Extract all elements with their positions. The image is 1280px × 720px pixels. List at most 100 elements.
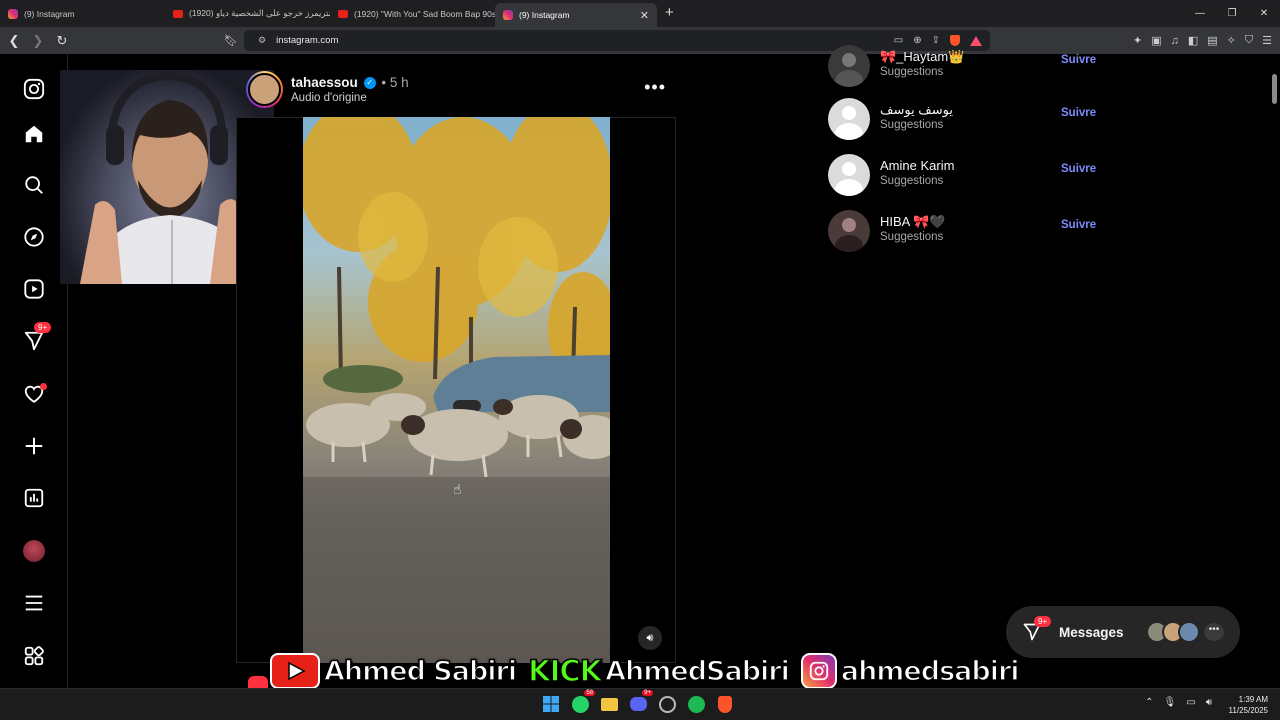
close-window-icon[interactable]: ✕ xyxy=(1248,0,1280,27)
sidebar-toggle-icon[interactable]: ◧ xyxy=(1188,34,1198,47)
profile-avatar[interactable] xyxy=(21,538,47,564)
page-scrollbar[interactable] xyxy=(1270,54,1278,688)
browser-tab-4[interactable]: (9) Instagram ✕ xyxy=(495,3,657,27)
hand-cursor-icon: ☝ xyxy=(453,481,462,497)
suggestion-subtitle: Suggestions xyxy=(880,119,944,131)
reload-icon[interactable]: ↻ xyxy=(52,33,72,49)
browser-tab-2[interactable]: (1920) ستريمرز خرجو على الشخصية دياو xyxy=(165,0,330,27)
suggestion-avatar[interactable] xyxy=(828,45,870,87)
tab-title: (1920) ستريمرز خرجو على الشخصية دياو xyxy=(189,8,330,18)
explore-icon[interactable] xyxy=(21,224,47,250)
notifications-icon[interactable] xyxy=(21,381,47,407)
default-avatar-icon[interactable] xyxy=(828,98,870,140)
tray-overflow-icon[interactable]: ⌃ xyxy=(1145,697,1153,708)
leo-ai-icon[interactable]: ✧ xyxy=(1227,34,1236,47)
suggestion-name[interactable]: 🎀_Haytam👑 xyxy=(880,49,964,65)
audio-toggle-icon[interactable]: 🔊︎ xyxy=(638,626,662,650)
home-icon[interactable] xyxy=(21,121,47,147)
close-tab-icon[interactable]: ✕ xyxy=(640,9,649,22)
default-avatar-icon[interactable] xyxy=(828,154,870,196)
file-explorer-icon[interactable] xyxy=(598,693,620,715)
kick-channel-name: AhmedSabiri xyxy=(604,655,790,688)
post-username[interactable]: tahaessou xyxy=(291,75,358,90)
streamer-banner: Ahmed Sabiri KICK AhmedSabiri ahmedsabir… xyxy=(270,652,1031,690)
reels-icon[interactable] xyxy=(21,276,47,302)
follow-button[interactable]: Suivre xyxy=(1061,163,1096,175)
chat-avatar xyxy=(1178,621,1200,643)
create-icon[interactable] xyxy=(21,433,47,459)
back-icon[interactable]: ❮ xyxy=(4,33,24,49)
tab-title: (1920) "With You" Sad Boom Bap 90s xyxy=(354,8,495,19)
windows-taskbar: 58 9+ ⌃ 🎙︎ ▭ 🔊︎ 1:39 AM 11/25/2025 xyxy=(0,688,1280,720)
kick-logo-icon: KICK xyxy=(527,653,603,689)
new-tab-button[interactable]: + xyxy=(657,0,682,27)
suggestion-subtitle: Suggestions xyxy=(880,66,944,78)
whatsapp-icon[interactable]: 58 xyxy=(569,690,595,715)
notification-dot xyxy=(40,383,47,390)
post-time[interactable]: 5 h xyxy=(390,75,409,90)
browser-tab-1[interactable]: (9) Instagram xyxy=(0,0,165,27)
messages-icon[interactable]: 9+ xyxy=(21,322,52,354)
extensions-icon[interactable]: ✦ xyxy=(1133,34,1142,47)
more-options-icon[interactable]: ••• xyxy=(644,77,666,98)
verified-badge-icon: ✓ xyxy=(363,77,376,90)
menu-icon[interactable]: ☰ xyxy=(1262,34,1272,47)
spotify-icon[interactable] xyxy=(685,693,707,715)
instagram-channel-name: ahmedsabiri xyxy=(840,655,1020,688)
post-audio[interactable]: Audio d'origine xyxy=(291,92,367,104)
tab-title: (9) Instagram xyxy=(519,10,570,20)
suggestion-name[interactable]: HIBA 🎀🖤 xyxy=(880,214,946,230)
media-icon[interactable]: ♫ xyxy=(1171,35,1179,47)
follow-button[interactable]: Suivre xyxy=(1061,219,1096,231)
suggestion-avatar[interactable] xyxy=(828,210,870,252)
suggestion-item: يوسف يوسف Suggestions Suivre xyxy=(828,98,1098,142)
post-header: tahaessou ✓ • 5 h Audio d'origine ••• xyxy=(246,71,676,109)
discord-icon[interactable]: 9+ xyxy=(627,690,653,715)
wallet2-icon[interactable]: ▤ xyxy=(1207,34,1217,47)
post-video[interactable] xyxy=(303,117,610,663)
messages-badge: 9+ xyxy=(34,322,52,333)
suggestion-item: Amine Karim Suggestions Suivre xyxy=(828,154,1098,198)
microphone-icon[interactable]: 🎙︎ xyxy=(1164,697,1177,708)
search-icon[interactable] xyxy=(21,172,47,198)
messages-drawer-button[interactable]: 9+ Messages ••• xyxy=(1006,606,1240,658)
suggestion-subtitle: Suggestions xyxy=(880,175,944,187)
restore-icon[interactable]: ❐ xyxy=(1216,0,1248,27)
menu-icon[interactable] xyxy=(21,590,47,616)
suggestion-name[interactable]: يوسف يوسف xyxy=(880,102,953,118)
wallet-icon[interactable]: ▣ xyxy=(1151,34,1161,47)
instagram-icon xyxy=(503,10,513,20)
youtube-channel-name: Ahmed Sabiri xyxy=(323,655,518,688)
suggestion-subtitle: Suggestions xyxy=(880,231,944,243)
brave-rewards-icon[interactable] xyxy=(970,35,982,46)
system-clock[interactable]: 1:39 AM 11/25/2025 xyxy=(1229,694,1268,716)
network-icon[interactable]: ▭ xyxy=(1186,697,1195,708)
system-tray: ⌃ 🎙︎ ▭ 🔊︎ xyxy=(1145,697,1212,708)
vpn-icon[interactable]: ⛉ xyxy=(1245,34,1253,47)
instagram-logo-icon xyxy=(800,653,837,689)
clock-date: 11/25/2025 xyxy=(1228,706,1268,715)
brave-browser-icon[interactable] xyxy=(714,693,736,715)
minimize-icon[interactable]: — xyxy=(1184,0,1216,27)
browser-tab-3[interactable]: (1920) "With You" Sad Boom Bap 90s xyxy=(330,0,495,27)
follow-button[interactable]: Suivre xyxy=(1061,107,1096,119)
dashboard-icon[interactable] xyxy=(21,485,47,511)
site-settings-icon[interactable]: ⚙ xyxy=(258,35,266,46)
window-controls: — ❐ ✕ xyxy=(1184,0,1280,27)
like-heart-icon[interactable] xyxy=(248,676,268,688)
tab-title: (9) Instagram xyxy=(24,8,75,19)
windows-start-icon[interactable] xyxy=(540,693,562,715)
follow-button[interactable]: Suivre xyxy=(1061,54,1096,66)
post-author-avatar[interactable] xyxy=(246,71,283,108)
volume-icon[interactable]: 🔊︎ xyxy=(1206,697,1212,708)
url-text: instagram.com xyxy=(276,35,339,46)
forward-icon[interactable]: ❯ xyxy=(28,33,48,49)
obs-icon[interactable] xyxy=(656,693,678,715)
instagram-logo-icon[interactable] xyxy=(21,76,47,102)
suggestion-item: 🎀_Haytam👑 Suggestions Suivre xyxy=(828,45,1098,89)
extensions-area: ✦ ▣ ♫ ◧ ▤ ✧ ⛉ ☰ xyxy=(1133,27,1272,54)
messages-badge: 9+ xyxy=(1034,616,1052,627)
bookmark-icon[interactable]: 🔖︎ xyxy=(224,34,238,47)
suggestion-name[interactable]: Amine Karim xyxy=(880,158,954,173)
also-from-meta-icon[interactable] xyxy=(21,643,47,669)
